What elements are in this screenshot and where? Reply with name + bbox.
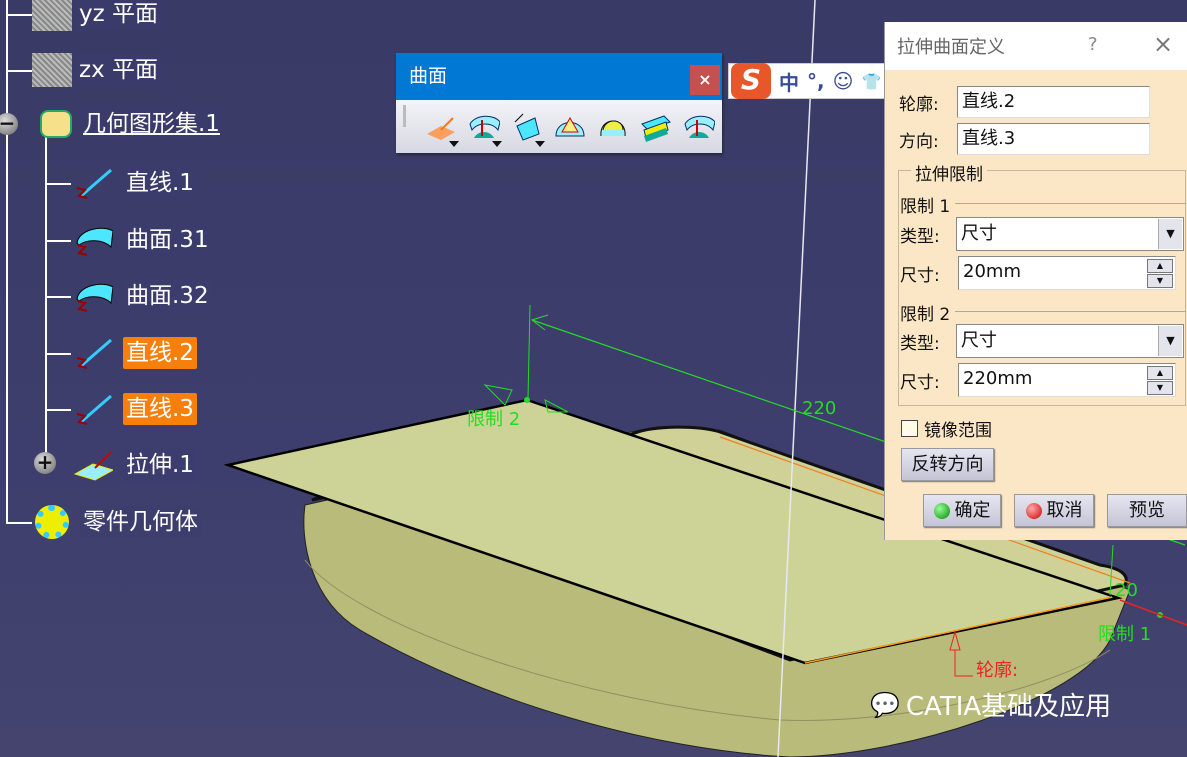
spin-up-icon[interactable]: ▲ [1147, 366, 1173, 380]
tree-item-surface-31[interactable]: 曲面.31 [73, 223, 212, 257]
line-icon [73, 166, 113, 200]
surfaces-toolbar: 曲面 × [396, 53, 722, 153]
geometrical-set-icon [36, 107, 76, 141]
toolbar-grip[interactable] [403, 105, 406, 127]
dropdown-arrow-icon[interactable] [535, 140, 545, 147]
dropdown-arrow-icon[interactable] [492, 140, 502, 147]
tree-item-zx-plane[interactable]: zx 平面 [32, 53, 161, 87]
limit2-dimension-spinner[interactable]: 220mm ▲ ▼ [958, 363, 1176, 397]
limit1-dimension-spinner[interactable]: 20mm ▲ ▼ [958, 256, 1176, 290]
plane-icon [32, 53, 72, 87]
direction-label: 方向: [899, 131, 939, 152]
limit2-type-label: 类型: [900, 333, 940, 354]
toolbar-titlebar[interactable]: 曲面 × [396, 53, 722, 100]
line-icon [73, 392, 113, 426]
plane-icon [32, 0, 72, 31]
chevron-down-icon[interactable]: ▼ [1158, 326, 1182, 356]
help-button[interactable]: ? [1088, 34, 1098, 55]
multi-sections-tool-button[interactable] [637, 107, 674, 147]
mirrored-extent-checkbox[interactable] [901, 420, 918, 437]
dialog-close-button[interactable]: × [1153, 30, 1173, 58]
chevron-down-icon[interactable]: ▼ [1158, 219, 1182, 249]
reverse-direction-button[interactable]: 反转方向 [901, 448, 994, 481]
surface-icon [73, 223, 113, 257]
limit2-label: 限制 2 [467, 409, 521, 430]
spin-up-icon[interactable]: ▲ [1147, 259, 1173, 273]
blend-tool-button[interactable] [680, 107, 717, 147]
offset-tool-button[interactable] [508, 107, 545, 147]
profile-field[interactable]: 直线.2 [957, 86, 1150, 118]
part-body-icon [32, 505, 72, 539]
cancel-button[interactable]: 取消 [1014, 494, 1094, 527]
skin-icon[interactable]: 👕 [861, 72, 881, 91]
sogou-logo-icon[interactable]: S [731, 63, 771, 99]
tree-item-surface-32[interactable]: 曲面.32 [73, 279, 212, 313]
limit1-title: 限制 1 [900, 197, 951, 217]
limit1-label: 限制 1 [1098, 624, 1152, 645]
dropdown-arrow-icon[interactable] [449, 140, 459, 147]
line-icon [73, 336, 113, 370]
revolve-tool-button[interactable] [465, 107, 502, 147]
watermark: 💬 CATIA基础及应用 [870, 690, 1112, 723]
extruded-surface-definition-dialog: 拉伸曲面定义 ? × 轮廓: 直线.2 方向: 直线.3 拉伸限制 限制 1 类型:… [884, 22, 1187, 540]
tree-item-extrude-1[interactable]: 拉伸.1 [73, 448, 197, 482]
green-ball-icon [933, 502, 950, 519]
profile-label: 轮廓: [976, 660, 1019, 681]
limit2-type-select[interactable]: 尺寸 ▼ [956, 324, 1184, 358]
tree-item-geometrical-set[interactable]: 几何图形集.1 [36, 107, 223, 141]
dialog-titlebar[interactable]: 拉伸曲面定义 ? × [885, 22, 1187, 70]
ime-mode-toggle[interactable]: 中 [779, 67, 799, 96]
tree-item-line-2[interactable]: 直线.2 [73, 336, 197, 370]
extrusion-limits-title: 拉伸限制 [911, 160, 987, 185]
limit1-dimension-label: 尺寸: [900, 265, 940, 286]
profile-label: 轮廓: [899, 94, 939, 115]
toolbar-close-button[interactable]: × [690, 65, 720, 95]
limit2-dimension-label: 尺寸: [900, 372, 940, 393]
ime-punctuation-toggle[interactable]: °, [807, 69, 825, 93]
dimension-220-label[interactable]: 220 [802, 398, 836, 419]
extrude-tool-button[interactable] [422, 107, 459, 147]
tree-item-yz-plane[interactable]: yz 平面 [32, 0, 161, 31]
limit1-type-select[interactable]: 尺寸 ▼ [956, 217, 1184, 251]
limit2-title: 限制 2 [900, 305, 951, 325]
tree-item-part-body[interactable]: 零件几何体 [32, 505, 201, 539]
surface-icon [73, 279, 113, 313]
expand-toggle[interactable]: + [34, 452, 56, 474]
tree-item-line-3[interactable]: 直线.3 [73, 392, 197, 426]
extrude-icon [73, 448, 113, 482]
direction-field[interactable]: 直线.3 [957, 123, 1150, 155]
dimension-20-label[interactable]: 20 [1115, 580, 1138, 601]
ok-button[interactable]: 确定 [923, 494, 1001, 527]
red-ball-icon [1025, 502, 1042, 519]
tree-item-line-1[interactable]: 直线.1 [73, 166, 197, 200]
wechat-icon: 💬 [870, 690, 900, 719]
ime-toolbar: S 中 °, ☺ 👕 [728, 63, 905, 99]
sweep-tool-button[interactable] [551, 107, 588, 147]
preview-button[interactable]: 预览 [1107, 494, 1187, 527]
spin-down-icon[interactable]: ▼ [1147, 381, 1173, 395]
mirrored-extent-label: 镜像范围 [924, 421, 992, 441]
fill-tool-button[interactable] [594, 107, 631, 147]
emoji-icon[interactable]: ☺ [833, 69, 854, 93]
spin-down-icon[interactable]: ▼ [1147, 274, 1173, 288]
limit1-type-label: 类型: [900, 226, 940, 247]
